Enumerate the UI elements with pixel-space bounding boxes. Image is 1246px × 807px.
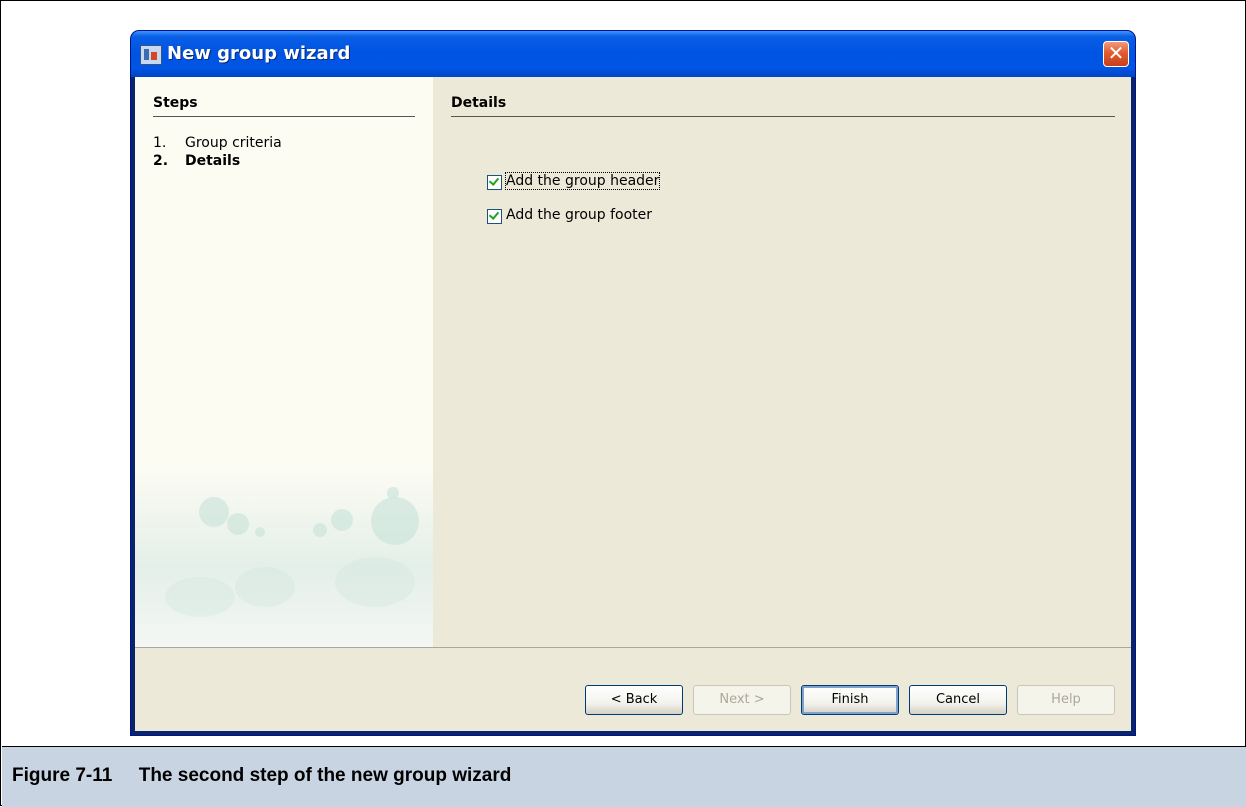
step-number: 2. bbox=[153, 153, 169, 169]
figure-caption: Figure 7-11 The second step of the new g… bbox=[2, 746, 1246, 807]
decorative-bubble bbox=[313, 523, 327, 537]
decorative-bubble bbox=[199, 497, 229, 527]
wizard-client: Steps 1. Group criteria 2. Details Details… bbox=[135, 77, 1131, 731]
decorative-bubble bbox=[335, 557, 415, 607]
group-header-checkbox[interactable] bbox=[487, 175, 502, 190]
decorative-bubble bbox=[235, 567, 295, 607]
step-item-details: 2. Details bbox=[153, 153, 240, 169]
details-divider bbox=[451, 116, 1115, 117]
close-button[interactable]: ✕ bbox=[1103, 41, 1129, 67]
finish-button[interactable]: Finish bbox=[801, 685, 899, 715]
cancel-button[interactable]: Cancel bbox=[909, 685, 1007, 715]
group-header-label[interactable]: Add the group header bbox=[504, 172, 661, 190]
figure-frame: New group wizard ✕ Steps 1. Group criter… bbox=[0, 0, 1246, 807]
step-label: Details bbox=[185, 153, 241, 169]
decorative-bubble bbox=[255, 527, 265, 537]
title-bar[interactable]: New group wizard ✕ bbox=[131, 31, 1135, 77]
decorative-bubble bbox=[227, 513, 249, 535]
button-bar-divider bbox=[135, 647, 1131, 648]
group-footer-label[interactable]: Add the group footer bbox=[506, 207, 652, 223]
caption-text: Figure 7-11 The second step of the new g… bbox=[12, 765, 512, 786]
wizard-window: New group wizard ✕ Steps 1. Group criter… bbox=[131, 31, 1135, 735]
next-button[interactable]: Next > bbox=[693, 685, 791, 715]
decorative-bubble bbox=[387, 487, 399, 499]
back-button[interactable]: < Back bbox=[585, 685, 683, 715]
details-heading: Details bbox=[451, 95, 507, 111]
steps-heading: Steps bbox=[153, 95, 198, 111]
decorative-bubble bbox=[165, 577, 235, 617]
step-label: Group criteria bbox=[185, 135, 282, 151]
step-item-group-criteria: 1. Group criteria bbox=[153, 135, 282, 151]
steps-panel: Steps 1. Group criteria 2. Details bbox=[135, 77, 433, 647]
step-number: 1. bbox=[153, 135, 167, 151]
decorative-bubble bbox=[331, 509, 353, 531]
window-title: New group wizard bbox=[167, 43, 351, 64]
decorative-bubble bbox=[371, 497, 419, 545]
steps-divider bbox=[153, 116, 415, 117]
help-button[interactable]: Help bbox=[1017, 685, 1115, 715]
app-icon bbox=[140, 45, 162, 65]
group-footer-checkbox[interactable] bbox=[487, 209, 502, 224]
